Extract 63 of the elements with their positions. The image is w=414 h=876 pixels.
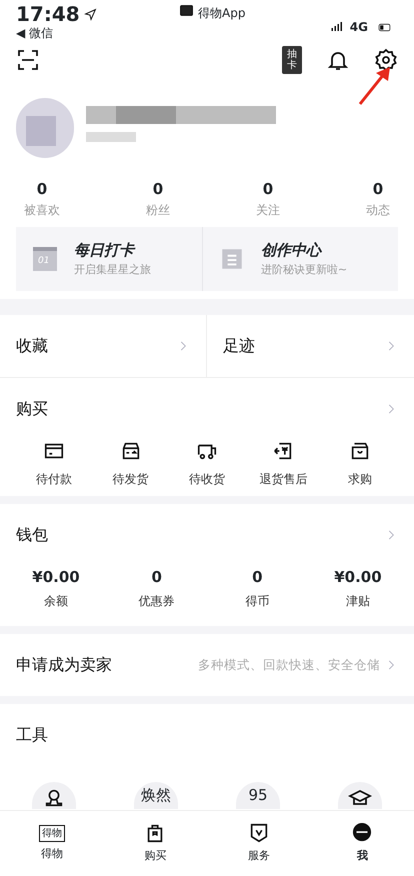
annotation-arrow [358, 66, 392, 106]
tool-button[interactable]: 焕然 [134, 782, 178, 809]
app-logo-icon [179, 4, 194, 17]
network-type: 4G [350, 19, 368, 36]
wallet-item[interactable]: ¥0.00 津贴 [318, 566, 398, 610]
tool-button[interactable] [32, 782, 76, 809]
wallet-label: 余额 [44, 593, 68, 610]
order-item[interactable]: 待发货 [92, 440, 169, 488]
wallet-item[interactable]: ¥0.00 余额 [16, 566, 96, 610]
tab-item[interactable]: 购买 [120, 822, 190, 865]
location-icon [84, 8, 97, 20]
tab-item[interactable]: 我 [327, 822, 398, 865]
seller-row[interactable]: 申请成为卖家 多种模式、回款快速、安全仓储 [0, 634, 414, 696]
promo-subtitle: 进阶秘诀更新啦~ [260, 262, 348, 278]
link-label: 收藏 [16, 334, 48, 356]
tab-item[interactable]: 得物 得物 [16, 824, 87, 862]
promo-card[interactable]: 01 每日打卡 开启集星星之旅 [16, 226, 203, 290]
tool-button[interactable]: 95 [236, 782, 280, 809]
calendar-date: 01 [38, 254, 50, 268]
order-label: 待付款 [36, 470, 72, 488]
promo-title: 创作中心 [260, 240, 323, 261]
order-item[interactable]: 待收货 [168, 440, 246, 488]
promo-title: 每日打卡 [74, 240, 136, 261]
promo-card[interactable]: 创作中心 进阶秘诀更新啦~ [202, 226, 398, 290]
stat-value: 0 [262, 179, 274, 200]
wallet-value: ¥0.00 [32, 566, 80, 588]
seller-title: 申请成为卖家 [16, 654, 112, 676]
wallet-value: ¥0.00 [334, 566, 382, 588]
scan-icon[interactable] [16, 48, 40, 72]
status-app-title: 得物App [198, 5, 246, 22]
order-label: 退货售后 [259, 470, 308, 488]
person-icon [43, 787, 65, 809]
seller-hint: 多种模式、回款快速、安全仓储 [198, 656, 380, 674]
order-label: 待发货 [112, 470, 149, 488]
settings-icon[interactable] [374, 48, 398, 72]
logo-icon: 得物 [38, 824, 65, 842]
link-label: 足迹 [223, 334, 255, 356]
wallet-value: 0 [151, 566, 162, 588]
section-title: 钱包 [16, 524, 48, 546]
wallet-label: 津贴 [346, 593, 370, 610]
draw-card-button[interactable]: 抽卡 [282, 46, 302, 74]
stat-value: 0 [36, 179, 48, 200]
wallet-item[interactable]: 0 得币 [217, 566, 298, 610]
wallet-label: 得币 [245, 593, 270, 610]
wallet-label: 优惠券 [138, 593, 175, 610]
stat-value: 0 [152, 179, 164, 200]
status-time: 17:48 [16, 4, 80, 24]
order-item[interactable]: 退货售后 [245, 440, 322, 488]
section-title: 购买 [16, 398, 48, 420]
order-label: 待收货 [188, 470, 225, 488]
wallet-value: 0 [252, 566, 263, 588]
link-row[interactable]: 足迹 [207, 314, 414, 376]
promo-subtitle: 开启集星星之旅 [74, 262, 151, 278]
tool-button[interactable] [338, 782, 382, 809]
order-item[interactable]: 求购 [322, 440, 398, 488]
section-title: 工具 [16, 724, 48, 746]
tab-item[interactable]: 服务 [224, 822, 294, 865]
back-link[interactable]: ◀ 微信 [16, 24, 97, 42]
order-item[interactable]: 待付款 [16, 440, 92, 488]
order-label: 求购 [348, 470, 372, 488]
stat-value: 0 [372, 179, 384, 200]
calendar-icon [32, 246, 58, 272]
wallet-item[interactable]: 0 优惠券 [116, 566, 197, 610]
